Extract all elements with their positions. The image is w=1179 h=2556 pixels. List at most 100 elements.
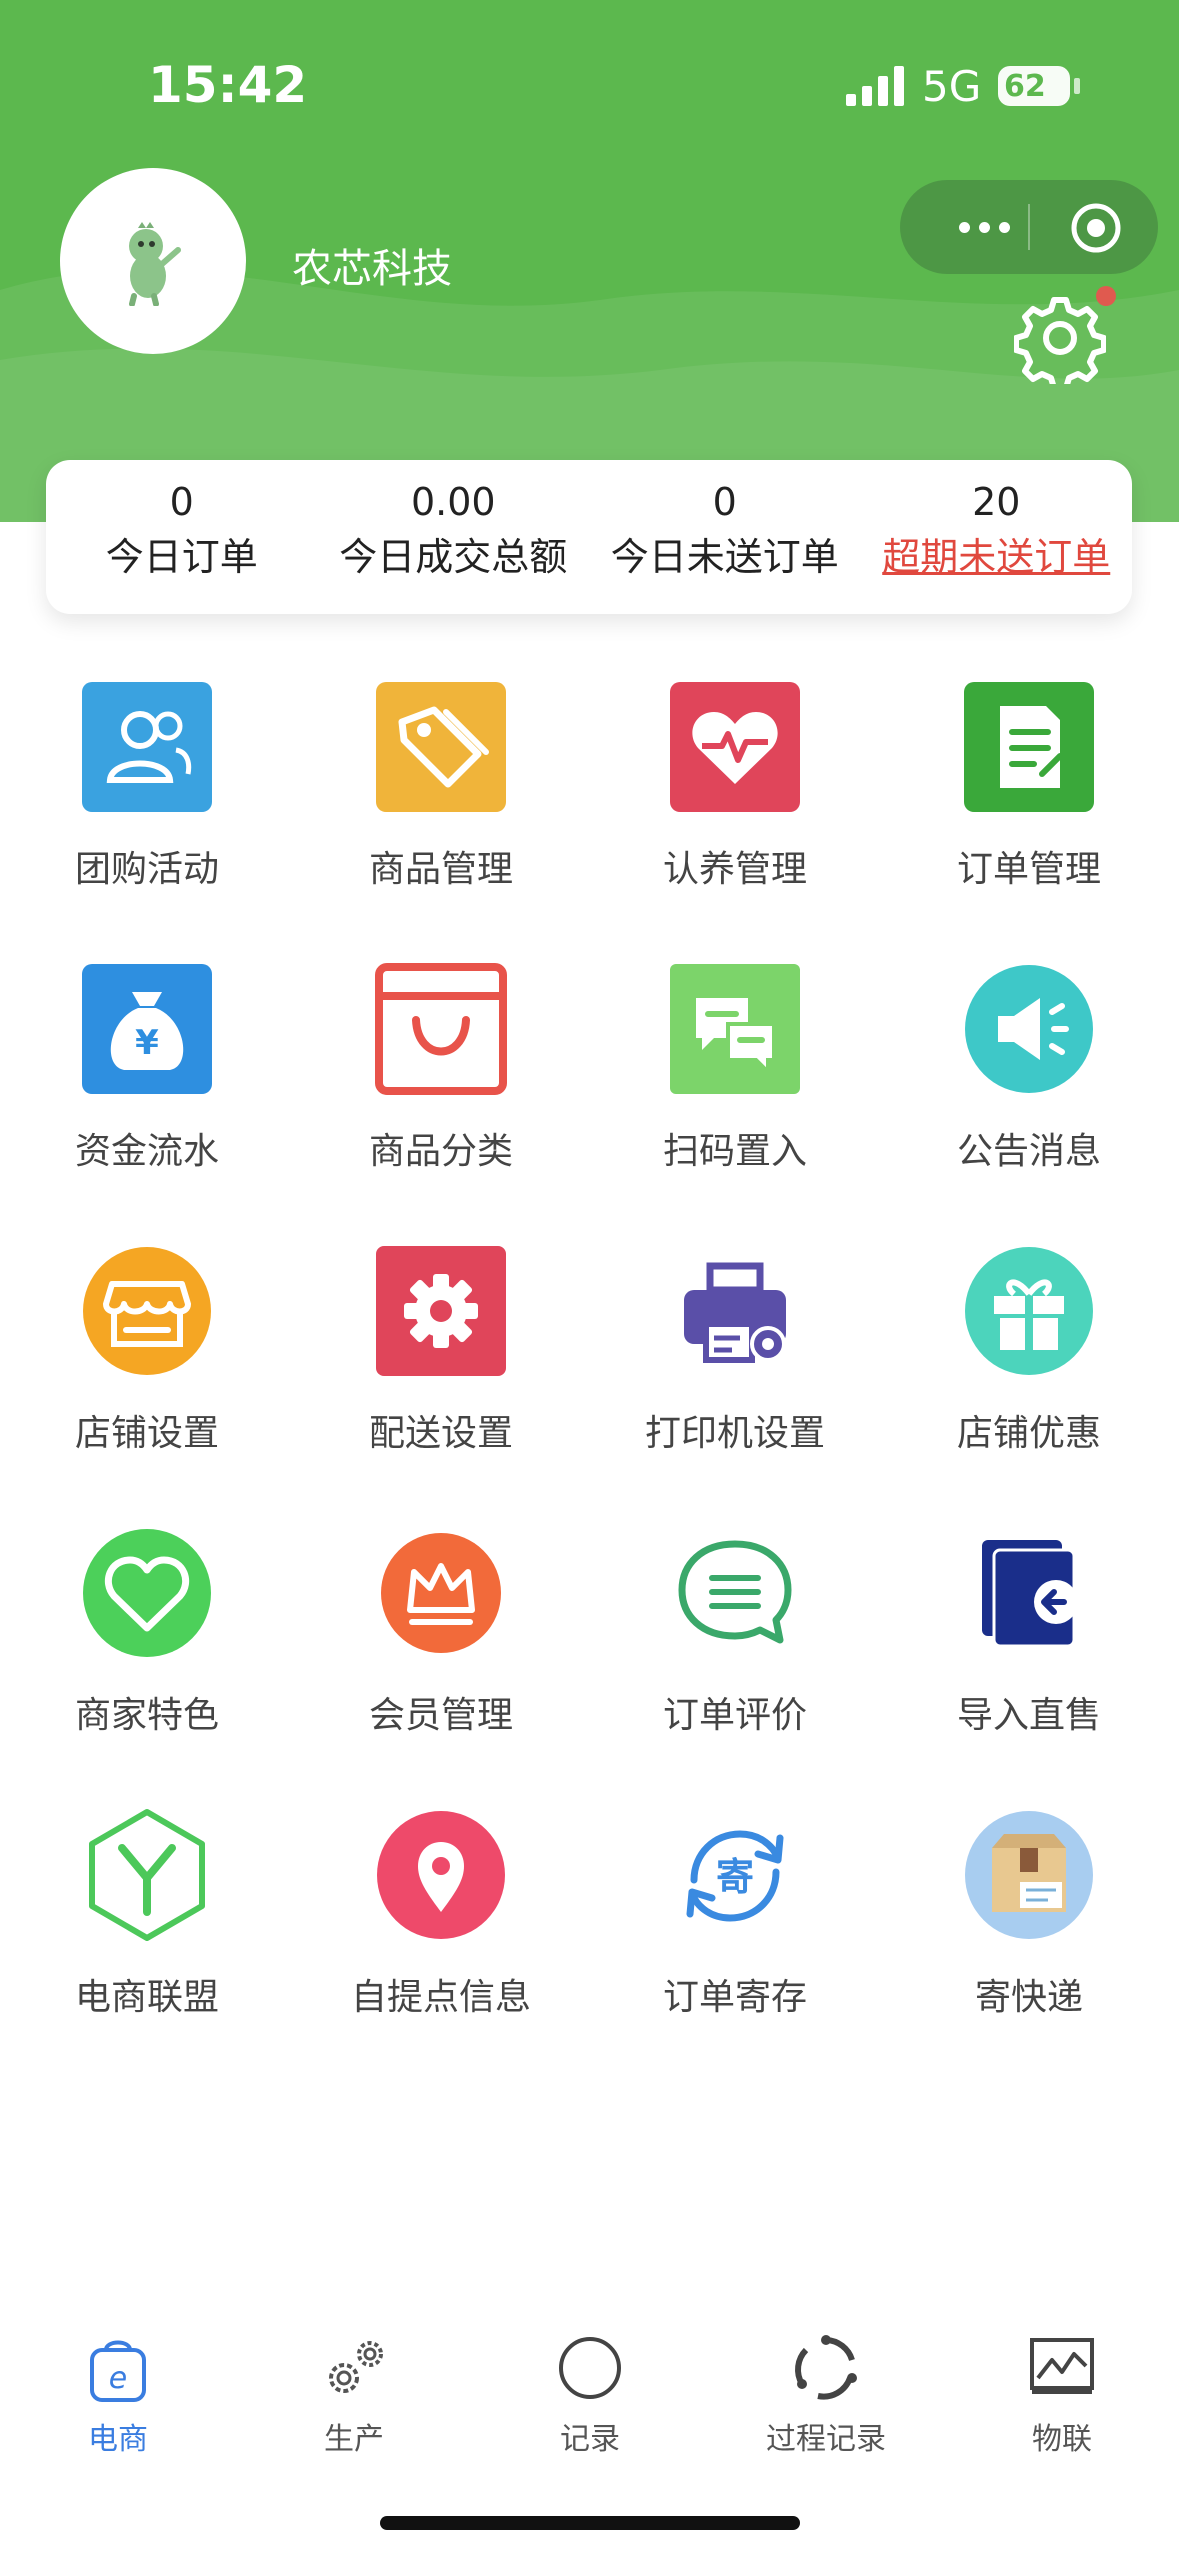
grid-item-member-management[interactable]: 会员管理 xyxy=(296,1526,556,1786)
grid-label: 店铺设置 xyxy=(74,1413,219,1454)
stat-label: 今日成交总额 xyxy=(339,535,568,579)
tab-label: 电商 xyxy=(88,2422,148,2457)
tab-label: 过程记录 xyxy=(766,2422,886,2457)
grid-item-order-management[interactable]: 订单管理 xyxy=(884,680,1144,940)
grid-label: 导入直售 xyxy=(956,1695,1101,1736)
tab-ecommerce[interactable]: e 电商 xyxy=(0,2300,236,2480)
grid-item-order-review[interactable]: 订单评价 xyxy=(590,1526,850,1786)
tab-label: 物联 xyxy=(1032,2422,1092,2457)
svg-text:e: e xyxy=(109,2361,127,2396)
tab-records[interactable]: 记录 xyxy=(472,2300,708,2480)
grid-item-printer-settings[interactable]: 打印机设置 xyxy=(590,1244,850,1504)
chat-bubble-icon xyxy=(678,1540,792,1644)
storefront-icon xyxy=(83,1247,211,1375)
more-options-icon[interactable] xyxy=(940,204,1028,250)
notification-dot xyxy=(1096,286,1116,306)
monitor-chart-icon xyxy=(1030,2338,1094,2394)
store-name: 农芯科技 xyxy=(292,246,452,292)
tab-label: 生产 xyxy=(324,2422,384,2457)
gear-icon xyxy=(376,1246,506,1376)
battery-icon: 62 xyxy=(998,66,1070,106)
tab-label: 记录 xyxy=(560,2422,620,2457)
grid-label: 店铺优惠 xyxy=(956,1413,1101,1454)
grid-label: 寄快递 xyxy=(974,1977,1083,2018)
group-icon xyxy=(82,682,212,812)
svg-text:¥: ¥ xyxy=(135,1023,159,1063)
grid-item-product-management[interactable]: 商品管理 xyxy=(296,680,556,940)
stat-value: 20 xyxy=(972,480,1021,524)
grid-item-scan-import[interactable]: 扫码置入 xyxy=(590,962,850,1222)
grid-label: 商品管理 xyxy=(368,849,513,890)
svg-text:寄: 寄 xyxy=(716,1855,754,1899)
heart-icon xyxy=(83,1529,211,1657)
home-indicator xyxy=(380,2516,800,2530)
shopping-bag-icon xyxy=(375,963,507,1095)
stat-value: 0 xyxy=(169,480,194,524)
store-avatar[interactable] xyxy=(60,168,246,354)
stats-card: 0 今日订单 0.00 今日成交总额 0 今日未送订单 20 超期未送订单 xyxy=(46,460,1132,614)
document-icon xyxy=(964,682,1094,812)
stat-label: 今日未送订单 xyxy=(610,535,839,579)
grid-item-send-express[interactable]: 寄快递 xyxy=(884,1808,1144,2068)
grid-item-ecommerce-alliance[interactable]: 电商联盟 xyxy=(2,1808,262,2068)
stat-today-unsent[interactable]: 0 今日未送订单 xyxy=(589,460,861,614)
stat-overdue-unsent[interactable]: 20 超期未送订单 xyxy=(861,460,1133,614)
process-cycle-icon xyxy=(795,2335,857,2400)
grid-item-store-settings[interactable]: 店铺设置 xyxy=(2,1244,262,1504)
bottom-tab-bar: e 电商 生产 记录 过程记录 物联 xyxy=(0,2300,1179,2480)
grid-label: 会员管理 xyxy=(368,1695,513,1736)
grid-label: 公告消息 xyxy=(956,1131,1101,1172)
gift-icon xyxy=(965,1247,1093,1375)
stat-today-orders[interactable]: 0 今日订单 xyxy=(46,460,318,614)
crown-icon xyxy=(381,1533,501,1653)
battery-level: 62 xyxy=(1004,69,1046,104)
hexagon-y-icon xyxy=(89,1809,205,1941)
tag-icon xyxy=(376,682,506,812)
grid-item-fund-flow[interactable]: ¥ 资金流水 xyxy=(2,962,262,1222)
parcel-box-icon xyxy=(965,1811,1093,1939)
settings-gear-icon[interactable] xyxy=(1014,292,1106,384)
overdue-orders-link[interactable]: 超期未送订单 xyxy=(861,526,1133,588)
grid-label: 扫码置入 xyxy=(662,1131,807,1172)
stat-today-turnover[interactable]: 0.00 今日成交总额 xyxy=(318,460,590,614)
grid-label: 商家特色 xyxy=(74,1695,219,1736)
grid-item-announcement[interactable]: 公告消息 xyxy=(884,962,1144,1222)
grid-label: 订单管理 xyxy=(956,849,1101,890)
grid-item-order-deposit[interactable]: 寄 订单寄存 xyxy=(590,1808,850,2068)
megaphone-icon xyxy=(965,965,1093,1093)
shopping-bag-e-icon: e xyxy=(90,2340,146,2402)
grid-item-adoption-management[interactable]: 认养管理 xyxy=(590,680,850,940)
signal-icon xyxy=(846,66,904,106)
grid-label: 商品分类 xyxy=(368,1131,513,1172)
grid-item-delivery-settings[interactable]: 配送设置 xyxy=(296,1244,556,1504)
status-bar: 15:42 5G 62 xyxy=(0,0,1179,170)
grid-item-merchant-features[interactable]: 商家特色 xyxy=(2,1526,262,1786)
tab-production[interactable]: 生产 xyxy=(236,2300,472,2480)
import-icon xyxy=(982,1540,1078,1648)
close-miniprogram-icon[interactable] xyxy=(1068,200,1124,256)
grid-label: 资金流水 xyxy=(74,1131,219,1172)
stat-value: 0 xyxy=(712,480,737,524)
grid-label: 打印机设置 xyxy=(644,1413,825,1454)
grid-item-group-buy[interactable]: 团购活动 xyxy=(2,680,262,940)
grid-item-store-discount[interactable]: 店铺优惠 xyxy=(884,1244,1144,1504)
stat-value: 0.00 xyxy=(410,480,496,524)
dinosaur-avatar-icon xyxy=(129,222,181,306)
grid-label: 团购活动 xyxy=(74,849,219,890)
grid-label: 订单评价 xyxy=(662,1695,807,1736)
gears-icon xyxy=(329,2341,383,2393)
money-bag-icon: ¥ xyxy=(82,964,212,1094)
printer-icon xyxy=(684,1262,786,1363)
miniprogram-capsule xyxy=(900,180,1158,274)
network-label: 5G xyxy=(922,62,982,111)
stat-label: 今日订单 xyxy=(105,535,258,579)
grid-item-product-category[interactable]: 商品分类 xyxy=(296,962,556,1222)
grid-label: 订单寄存 xyxy=(662,1977,807,2018)
grid-label: 电商联盟 xyxy=(74,1977,219,2018)
tab-iot[interactable]: 物联 xyxy=(944,2300,1179,2480)
capsule-divider xyxy=(1028,204,1030,250)
location-pin-icon xyxy=(377,1811,505,1939)
grid-item-pickup-point[interactable]: 自提点信息 xyxy=(296,1808,556,2068)
tab-process-records[interactable]: 过程记录 xyxy=(708,2300,944,2480)
grid-item-import-direct-sale[interactable]: 导入直售 xyxy=(884,1526,1144,1786)
